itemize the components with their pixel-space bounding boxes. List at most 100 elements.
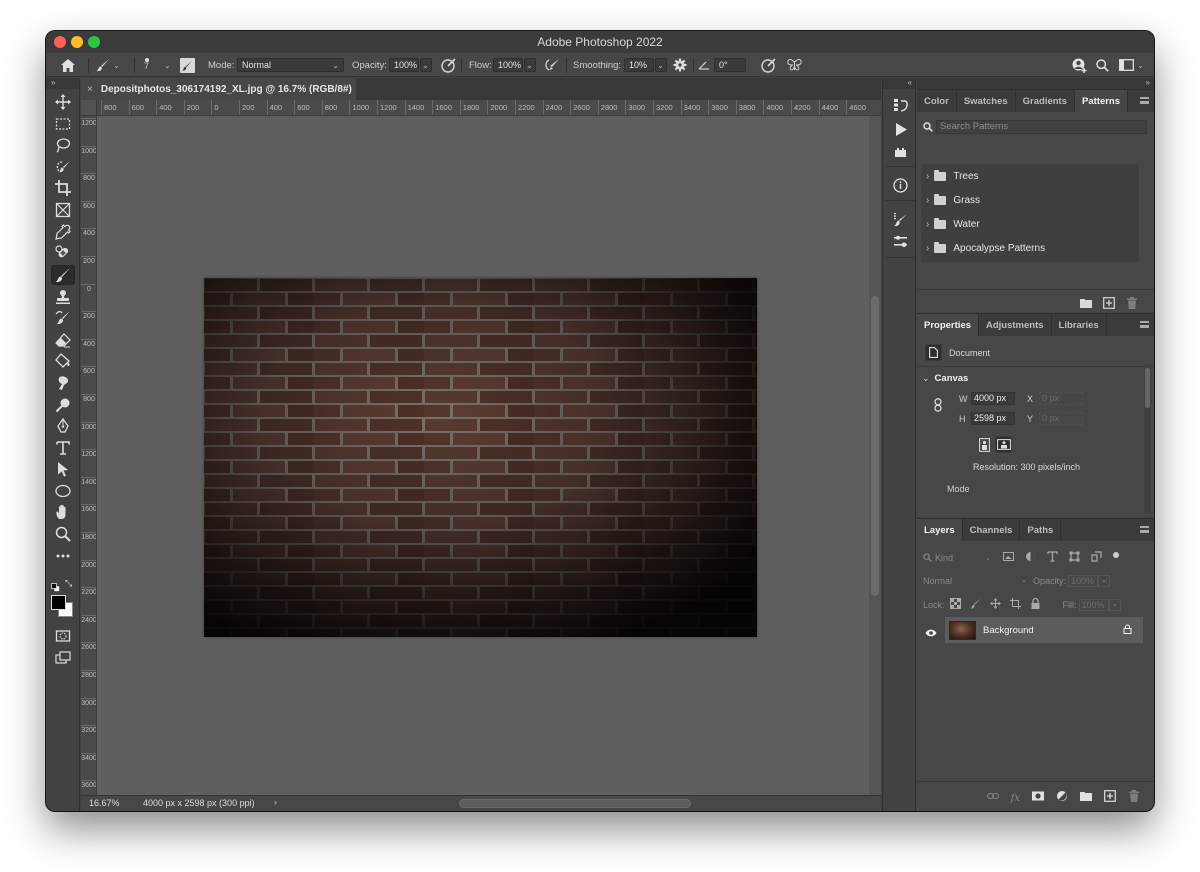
chevron-right-icon[interactable]: › bbox=[926, 195, 929, 206]
eraser-tool[interactable] bbox=[51, 330, 75, 350]
filter-pixel-button[interactable] bbox=[1003, 551, 1014, 564]
delete-layer-button[interactable] bbox=[1128, 789, 1140, 807]
delete-pattern-button[interactable] bbox=[1126, 296, 1138, 314]
new-layer-button[interactable] bbox=[1104, 789, 1116, 807]
horizontal-ruler[interactable]: 800 600 400 200 0 200 400 600 800 1000 1200 1400 160… bbox=[97, 100, 881, 116]
edit-toolbar[interactable] bbox=[51, 546, 75, 566]
airbrush-toggle[interactable] bbox=[544, 53, 560, 77]
document-tab[interactable]: × Depositphotos_306174192_XL.jpg @ 16.7%… bbox=[81, 78, 356, 100]
smoothing-input[interactable]: 10% bbox=[624, 58, 654, 72]
expand-toolbar-button[interactable]: » bbox=[46, 78, 79, 89]
filter-toggle[interactable] bbox=[1113, 551, 1119, 558]
paint-bucket-tool[interactable] bbox=[51, 351, 75, 371]
quick-selection-tool[interactable] bbox=[51, 157, 75, 177]
link-dimensions-button[interactable] bbox=[934, 398, 942, 417]
properties-scrollbar[interactable] bbox=[1144, 364, 1151, 514]
clone-stamp-tool[interactable] bbox=[51, 287, 75, 307]
ruler-origin[interactable] bbox=[81, 100, 97, 116]
layer-opacity-input[interactable]: 100% bbox=[1068, 575, 1099, 587]
collapse-panels-button[interactable]: » bbox=[917, 78, 1154, 89]
default-colors-button[interactable] bbox=[51, 579, 60, 592]
panel-menu-icon[interactable] bbox=[1140, 321, 1149, 328]
pressure-opacity-toggle[interactable] bbox=[441, 53, 456, 77]
new-pattern-button[interactable] bbox=[1103, 296, 1115, 314]
collapse-dock-button[interactable]: « bbox=[883, 78, 915, 89]
layer-lock-icon[interactable] bbox=[1123, 624, 1132, 637]
opacity-input[interactable]: 100% bbox=[389, 58, 419, 72]
smoothing-dropdown[interactable]: ⌄ bbox=[655, 58, 667, 72]
fill-input[interactable]: 100% bbox=[1078, 598, 1109, 611]
filter-type-button[interactable] bbox=[1047, 551, 1058, 564]
filter-adjustment-button[interactable] bbox=[1025, 551, 1036, 564]
brush-settings-toggle[interactable] bbox=[180, 53, 195, 77]
quick-mask-button[interactable] bbox=[51, 626, 75, 646]
lock-artboard-button[interactable] bbox=[1009, 598, 1021, 611]
healing-brush-tool[interactable] bbox=[51, 243, 75, 263]
eyedropper-tool[interactable] bbox=[51, 222, 75, 242]
crop-tool[interactable] bbox=[51, 178, 75, 198]
add-mask-button[interactable] bbox=[1032, 789, 1044, 807]
new-pattern-group-button[interactable] bbox=[1080, 296, 1092, 314]
layer-row[interactable]: Background bbox=[945, 617, 1143, 643]
vertical-ruler[interactable]: 1200 1000 800 600 400 200 0 200 400 600 800 1000 120… bbox=[81, 100, 97, 802]
workspace-switcher[interactable]: ⌄ bbox=[1119, 53, 1144, 77]
horizontal-scrollbar[interactable] bbox=[459, 799, 691, 808]
share-button[interactable] bbox=[1072, 53, 1087, 77]
new-adjustment-button[interactable] bbox=[1056, 789, 1068, 807]
blend-mode-select[interactable]: Normal ⌄ bbox=[923, 576, 1027, 586]
brush-size-picker[interactable]: 7 bbox=[144, 53, 149, 77]
search-button[interactable] bbox=[1096, 53, 1109, 77]
history-brush-tool[interactable] bbox=[51, 308, 75, 328]
chevron-right-icon[interactable]: › bbox=[926, 243, 929, 254]
canvas-viewport[interactable] bbox=[98, 117, 869, 796]
new-group-button[interactable] bbox=[1080, 789, 1092, 807]
adjust-panel-button[interactable] bbox=[890, 231, 910, 251]
x-input[interactable]: 0 px bbox=[1039, 392, 1083, 405]
flow-input[interactable]: 100% bbox=[493, 58, 523, 72]
home-button[interactable] bbox=[61, 53, 75, 77]
tab-color[interactable]: Color bbox=[917, 90, 957, 112]
tab-channels[interactable]: Channels bbox=[963, 519, 1021, 541]
layer-kind-filter[interactable]: Kind ⌄ bbox=[923, 553, 991, 563]
marquee-tool[interactable] bbox=[51, 114, 75, 134]
move-tool[interactable] bbox=[51, 92, 75, 112]
lock-all-button[interactable] bbox=[1030, 597, 1041, 611]
filter-shape-button[interactable] bbox=[1069, 551, 1080, 564]
tab-layers[interactable]: Layers bbox=[917, 519, 963, 541]
lock-position-button[interactable] bbox=[989, 598, 1001, 611]
link-layers-button[interactable] bbox=[986, 789, 999, 807]
panel-menu-icon[interactable] bbox=[1140, 526, 1149, 533]
brush-settings-panel-button[interactable] bbox=[890, 209, 910, 229]
plugins-panel-button[interactable] bbox=[890, 142, 910, 162]
properties-scroll-thumb[interactable] bbox=[1145, 368, 1150, 408]
history-panel-button[interactable] bbox=[890, 95, 910, 115]
filter-smart-object-button[interactable] bbox=[1091, 551, 1102, 564]
landscape-orientation-button[interactable] bbox=[995, 436, 1012, 453]
canvas-section-toggle[interactable]: ⌄ Canvas bbox=[922, 373, 968, 384]
tab-paths[interactable]: Paths bbox=[1020, 519, 1062, 541]
tab-swatches[interactable]: Swatches bbox=[957, 90, 1016, 112]
width-input[interactable]: 4000 px bbox=[971, 392, 1015, 405]
tab-gradients[interactable]: Gradients bbox=[1016, 90, 1075, 112]
lasso-tool[interactable] bbox=[51, 135, 75, 155]
portrait-orientation-button[interactable] bbox=[976, 436, 993, 453]
symmetry-button[interactable] bbox=[787, 53, 802, 77]
foreground-color-swatch[interactable] bbox=[51, 595, 66, 610]
chevron-right-icon[interactable]: › bbox=[926, 219, 929, 230]
lock-transparent-button[interactable] bbox=[949, 598, 961, 611]
tab-properties[interactable]: Properties bbox=[917, 314, 979, 336]
smudge-tool[interactable] bbox=[51, 373, 75, 393]
zoom-level-field[interactable]: 16.67% bbox=[89, 798, 134, 808]
document-image[interactable] bbox=[204, 278, 757, 637]
dodge-tool[interactable] bbox=[51, 395, 75, 415]
smoothing-options-button[interactable] bbox=[673, 53, 687, 77]
zoom-tool[interactable] bbox=[51, 524, 75, 544]
panel-menu-icon[interactable] bbox=[1140, 97, 1149, 104]
hand-tool[interactable] bbox=[51, 502, 75, 522]
path-selection-tool[interactable] bbox=[51, 459, 75, 479]
frame-tool[interactable] bbox=[51, 200, 75, 220]
brush-angle-input[interactable]: 0° bbox=[714, 58, 746, 72]
y-input[interactable]: 0 px bbox=[1039, 412, 1083, 425]
pressure-size-toggle[interactable] bbox=[761, 53, 776, 77]
vertical-scrollbar[interactable] bbox=[869, 116, 881, 802]
